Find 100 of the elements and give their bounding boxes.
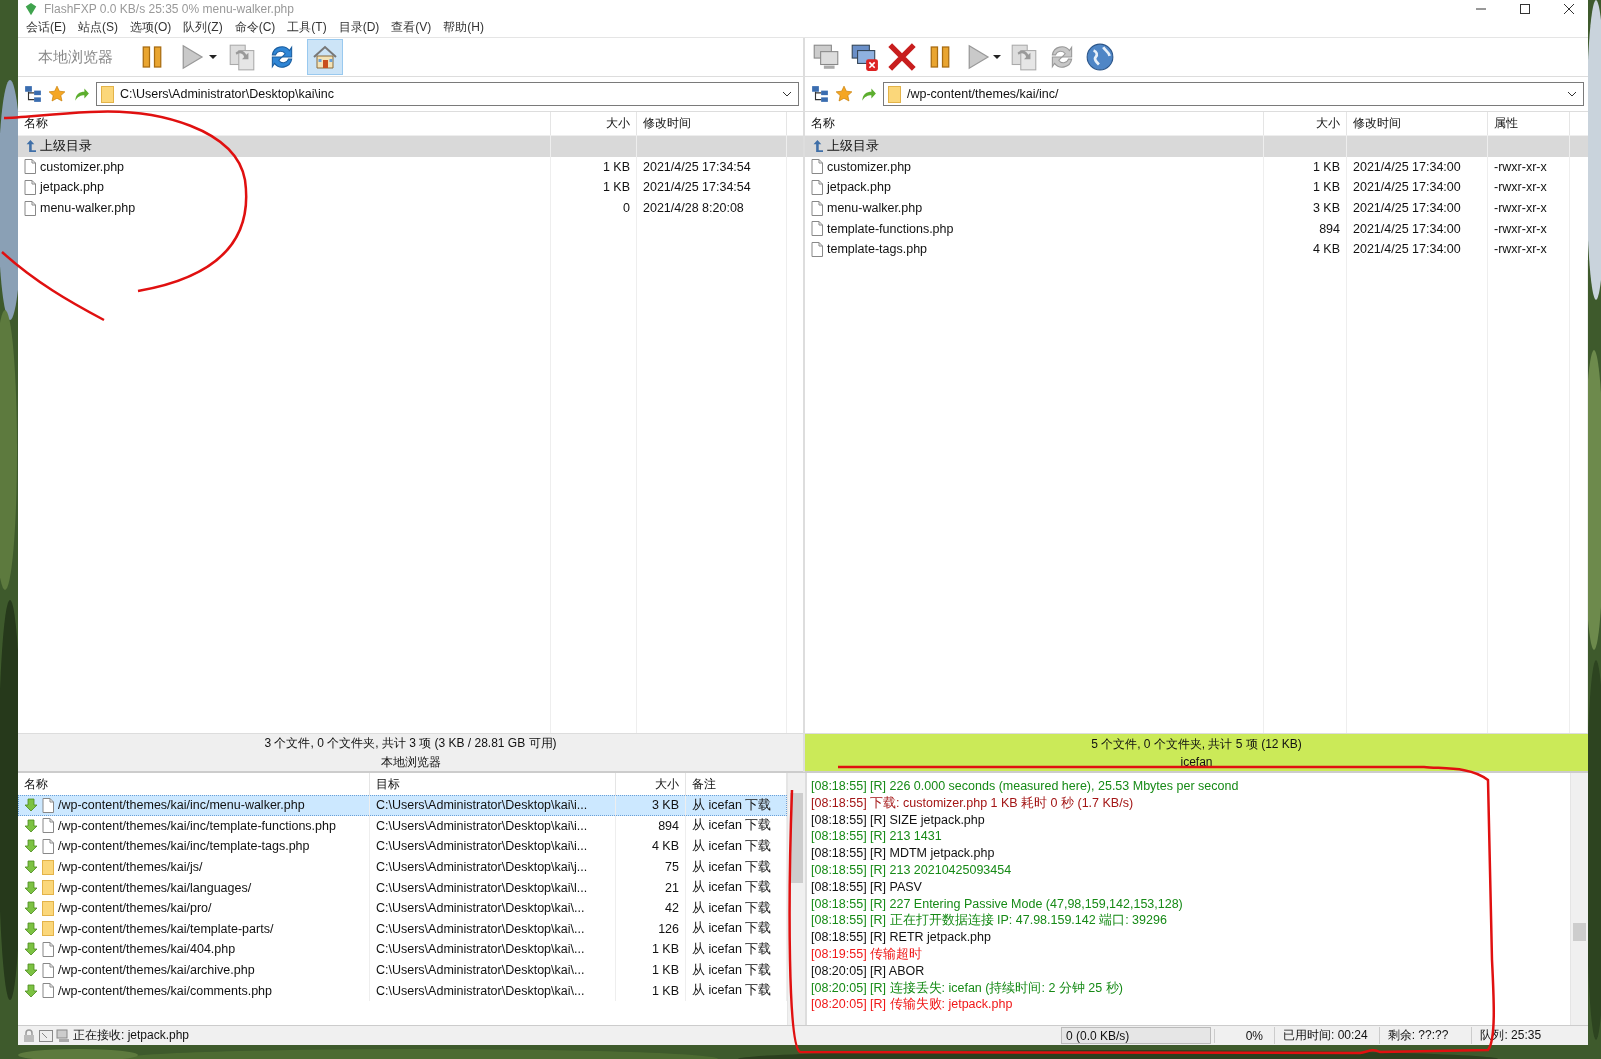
queue-target: C:\Users\Administrator\Desktop\kai\i... [370, 815, 616, 837]
file-name[interactable]: template-tags.php [827, 242, 928, 257]
transfer-icon[interactable] [1009, 42, 1039, 72]
file-icon [42, 941, 54, 957]
dropdown-caret-icon[interactable] [782, 91, 792, 97]
file-date: 2021/4/25 17:34:00 [1347, 156, 1488, 178]
file-name[interactable]: jetpack.php [40, 180, 104, 195]
caret-icon[interactable] [209, 53, 217, 61]
column-header[interactable]: 大小 [551, 112, 637, 135]
file-name[interactable]: menu-walker.php [40, 201, 136, 216]
queue-name: /wp-content/themes/kai/inc/template-functions.php [58, 818, 336, 833]
download-arrow-icon [24, 818, 38, 833]
app-logo-icon [24, 2, 38, 16]
path-field[interactable]: C:\Users\Administrator\Desktop\kai\inc [96, 82, 799, 106]
log-line: [08:18:55] [R] 213 1431 [811, 828, 943, 846]
log-line: [08:18:55] [R] RETR jetpack.php [811, 929, 992, 946]
tree-icon[interactable] [811, 85, 829, 103]
queue-name: /wp-content/themes/kai/js/ [58, 860, 203, 875]
menu-item[interactable]: 站点(S) [72, 19, 124, 36]
parent-directory[interactable]: 上级目录 [827, 137, 879, 155]
tree-icon[interactable] [24, 85, 42, 103]
close-button[interactable] [1564, 4, 1574, 14]
queue-target: C:\Users\Administrator\Desktop\kai\j... [370, 856, 616, 878]
file-size: 1 KB [551, 177, 637, 198]
queue-size: 1 KB [616, 939, 686, 960]
parent-directory[interactable]: 上级目录 [40, 137, 92, 155]
close-icon[interactable] [887, 42, 917, 72]
download-arrow-icon [24, 942, 38, 957]
status-message: 正在接收: jetpack.php [73, 1027, 191, 1044]
queue-size: 75 [616, 856, 686, 878]
file-name[interactable]: template-functions.php [827, 221, 954, 236]
menu-item[interactable]: 队列(Z) [177, 19, 229, 36]
percent: 0% [1214, 1028, 1271, 1043]
log-line: [08:18:55] [R] 226 0.000 seconds (measured here), 25.53 Mbytes per second [811, 778, 1240, 795]
queue-row[interactable]: /wp-content/themes/kai/404.php C:\Users\Administrator\Desktop\kai\... 1 KB 从 icefan 下载 [18, 939, 787, 960]
queue-size: 3 KB [616, 795, 686, 816]
computer-icon[interactable] [811, 42, 841, 72]
path-field[interactable]: /wp-content/themes/kai/inc/ [883, 82, 1584, 106]
star-icon[interactable] [835, 85, 853, 103]
scrollbar[interactable] [1570, 773, 1588, 1025]
file-date: 2021/4/25 17:34:00 [1347, 177, 1488, 198]
queue-size: 42 [616, 897, 686, 919]
queue-row[interactable]: /wp-content/themes/kai/inc/template-functions.php C:\Users\Administrator\Desktop\kai\i... 894 从 icefan 下载 [18, 815, 787, 837]
file-size: 3 KB [1264, 197, 1347, 219]
column-header[interactable]: 属性 [1488, 112, 1570, 135]
queue-target: C:\Users\Administrator\Desktop\kai\... [370, 897, 616, 919]
log-line: [08:18:55] [R] 正在打开数据连接 IP: 47.98.159.142 端口: 39296 [811, 912, 1168, 930]
queue-name: /wp-content/themes/kai/template-parts/ [58, 921, 274, 936]
dropdown-caret-icon[interactable] [1567, 91, 1577, 97]
menu-item[interactable]: 目录(D) [332, 19, 386, 36]
disconnect-icon[interactable] [849, 42, 879, 72]
queue-row[interactable]: /wp-content/themes/kai/template-parts/ C:\Users\Administrator\Desktop\kai\... 126 从 icefan 下载 [18, 918, 787, 940]
pane-title: icefan [1180, 755, 1213, 769]
queue-row[interactable]: /wp-content/themes/kai/comments.php C:\Users\Administrator\Desktop\kai\... 1 KB 从 icefan 下载 [18, 980, 787, 1001]
lock-icon [22, 1028, 36, 1043]
queue-name: /wp-content/themes/kai/inc/menu-walker.php [58, 798, 305, 813]
transfer-icon[interactable] [227, 42, 257, 72]
column-header[interactable]: 修改时间 [1347, 112, 1488, 135]
file-name[interactable]: customizer.php [827, 159, 912, 174]
column-header[interactable]: 名称 [805, 112, 1264, 135]
up-arrow-icon [24, 138, 36, 154]
queue-size: 4 KB [616, 836, 686, 857]
log-line: [08:20:05] [R] ABOR [811, 962, 926, 980]
queue-row[interactable]: /wp-content/themes/kai/inc/template-tags.php C:\Users\Administrator\Desktop\kai\i... 4 KB 从 icefan 下载 [18, 836, 787, 857]
menu-item[interactable]: 会话(E) [20, 19, 72, 36]
file-name[interactable]: jetpack.php [827, 180, 891, 195]
home-button[interactable] [307, 39, 343, 75]
queue-row[interactable]: /wp-content/themes/kai/archive.php C:\Users\Administrator\Desktop\kai\... 1 KB 从 icefan 下载 [18, 959, 787, 981]
column-header[interactable]: 大小 [1264, 112, 1347, 135]
queue-row[interactable]: /wp-content/themes/kai/js/ C:\Users\Administrator\Desktop\kai\j... 75 从 icefan 下载 [18, 856, 787, 878]
menu-item[interactable]: 帮助(H) [437, 19, 490, 36]
log-line: [08:18:55] [R] PASV [811, 878, 923, 896]
queue-row[interactable]: /wp-content/themes/kai/pro/ C:\Users\Administrator\Desktop\kai\... 42 从 icefan 下载 [18, 897, 787, 919]
column-header[interactable]: 名称 [18, 112, 551, 135]
caret-icon[interactable] [993, 53, 1001, 61]
column-header[interactable]: 修改时间 [637, 112, 787, 135]
log-line: [08:18:55] 下载: customizer.php 1 KB 耗时 0 秒 (1.7 KB/s) [811, 794, 1135, 812]
queue-row[interactable]: /wp-content/themes/kai/inc/menu-walker.php C:\Users\Administrator\Desktop\kai\i... 3 KB 从 icefan 下载 [18, 795, 787, 816]
globe-icon[interactable] [1085, 42, 1115, 72]
file-attributes: -rwxr-xr-x [1488, 197, 1570, 219]
download-arrow-icon [24, 983, 38, 998]
maximize-button[interactable] [1520, 4, 1530, 14]
remaining-time: 剩余: ??:?? [1378, 1027, 1457, 1044]
file-name[interactable]: customizer.php [40, 159, 125, 174]
menu-item[interactable]: 工具(T) [281, 19, 333, 36]
file-name[interactable]: menu-walker.php [827, 201, 923, 216]
file-size: 1 KB [551, 156, 637, 178]
queue-target: C:\Users\Administrator\Desktop\kai\l... [370, 877, 616, 898]
pane-status: 5 个文件, 0 个文件夹, 共计 5 项 (12 KB) [1091, 736, 1302, 753]
menu-item[interactable]: 选项(O) [124, 19, 178, 36]
star-icon[interactable] [48, 85, 66, 103]
file-size: 1 KB [1264, 156, 1347, 178]
menu-item[interactable]: 命令(C) [228, 19, 282, 36]
file-icon [811, 241, 823, 257]
queue-size: 21 [616, 877, 686, 898]
log-line: [08:18:55] [R] 213 20210425093454 [811, 862, 1013, 879]
menu-item[interactable]: 查看(V) [385, 19, 438, 36]
queue-row[interactable]: /wp-content/themes/kai/languages/ C:\Users\Administrator\Desktop\kai\l... 21 从 icefan 下载 [18, 877, 787, 898]
queue-size: 1 KB [616, 959, 686, 981]
pane-status: 3 个文件, 0 个文件夹, 共计 3 项 (3 KB / 28.81 GB 可用) [264, 734, 557, 752]
